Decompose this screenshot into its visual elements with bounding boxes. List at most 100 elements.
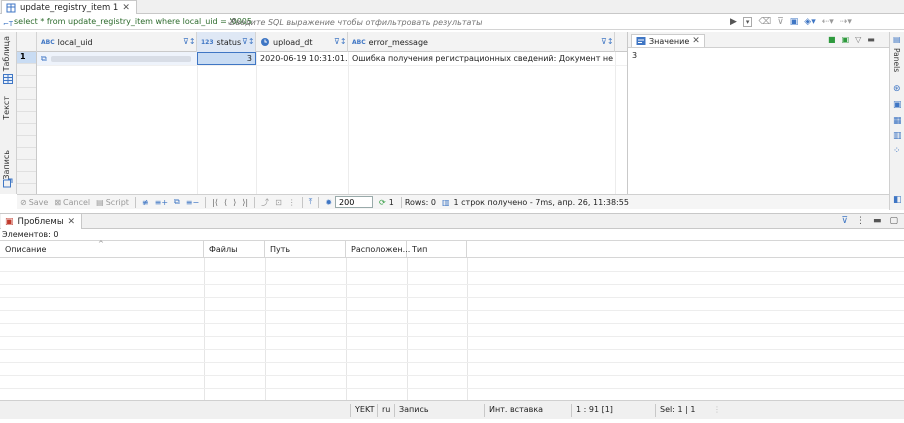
save-to-file-icon[interactable]: ▣ <box>842 35 850 44</box>
first-page-icon[interactable]: |⟨ <box>209 198 221 207</box>
script-label: Script <box>105 197 129 207</box>
edit-row-icon[interactable]: ≢ <box>139 198 152 207</box>
sort-filter-icon[interactable]: ⊽↕ <box>601 37 614 47</box>
sort-filter-icon[interactable]: ⊽↕ <box>183 37 196 47</box>
sort-filter-icon[interactable]: ⊽↕ <box>242 37 255 47</box>
close-icon[interactable]: ✕ <box>692 36 700 46</box>
tab-record[interactable]: Запись <box>2 150 11 180</box>
record-view-icon[interactable] <box>3 178 13 188</box>
tab-table[interactable]: Таблица <box>2 36 11 71</box>
row-number <box>17 160 36 172</box>
problems-tab-label: Проблемы <box>17 216 64 227</box>
fetch-next-icon[interactable]: ⤴ <box>258 197 272 208</box>
close-icon[interactable]: ✕ <box>122 3 130 13</box>
save-button[interactable]: ⊘ Save <box>17 198 51 207</box>
filter-icon[interactable]: ⊽ <box>777 17 784 27</box>
view-options-icon[interactable]: ◈▾ <box>804 17 815 27</box>
image-view-icon[interactable]: ▦ <box>893 116 902 126</box>
column-header-description[interactable]: Описание ^ <box>0 240 204 258</box>
link-icon[interactable]: ⧉ <box>41 54 47 64</box>
column-header-location[interactable]: Расположен... <box>346 241 410 258</box>
editor-tab[interactable]: update_registry_item 1 ✕ <box>1 0 137 14</box>
column-header-type[interactable]: Тип <box>407 241 467 258</box>
table-icon <box>6 3 16 12</box>
clock-icon <box>261 38 269 46</box>
close-icon[interactable]: ✕ <box>68 217 76 227</box>
view-menu-icon[interactable]: ⋮ <box>856 216 865 226</box>
column-header-status[interactable]: 123 status ⊽↕ <box>197 32 256 52</box>
column-header-path[interactable]: Путь <box>265 241 346 258</box>
sql-query-text[interactable]: select * from update_registry_item where… <box>14 17 252 26</box>
settings-icon[interactable]: ✹ <box>322 198 335 207</box>
status-selection: Sel: 1 | 1 <box>660 405 696 414</box>
next-page-icon[interactable]: ⟩ <box>230 198 239 207</box>
table-cell-status[interactable]: 3 <box>197 52 256 65</box>
column-header-local_uid[interactable]: ABC local_uid ⊽↕ <box>37 32 197 52</box>
metadata-icon[interactable]: ⁘ <box>893 146 901 156</box>
delete-row-icon[interactable]: ≡− <box>183 198 202 207</box>
cancel-button[interactable]: ⊠ Cancel <box>51 198 93 207</box>
row-number <box>17 148 36 160</box>
sort-filter-icon[interactable]: ⊽↕ <box>334 37 347 47</box>
row-number <box>17 100 36 112</box>
row-number[interactable]: 1 <box>17 52 36 64</box>
filter-icon[interactable]: ⊽ <box>841 216 848 226</box>
script-icon: ▤ <box>96 197 104 207</box>
value-tab[interactable]: Значение ✕ <box>631 34 705 47</box>
refresh-page-icon[interactable]: ⋮ <box>285 198 299 207</box>
erase-filter-icon[interactable]: ⌫ <box>758 17 771 27</box>
prev-page-icon[interactable]: ⟨ <box>221 198 230 207</box>
script-button[interactable]: ▤ Script <box>93 198 132 207</box>
filter-settings-icon[interactable]: ▣ <box>790 17 799 27</box>
column-label: error_message <box>368 37 428 47</box>
row-number-column: 1 <box>17 52 37 194</box>
text-type-icon: ABC <box>41 38 55 46</box>
value-icon <box>636 37 646 45</box>
problems-header: Описание ^ Файлы Путь Расположен... Тип <box>0 240 904 258</box>
column-header-error_message[interactable]: ABC error_message ⊽↕ <box>348 32 615 52</box>
tab-problems[interactable]: ▣ Проблемы ✕ <box>1 214 83 229</box>
value-view-icon[interactable]: ▣ <box>893 100 902 110</box>
minimize-icon[interactable]: ▬ <box>867 35 875 44</box>
refresh-count: 1 <box>388 197 394 207</box>
panel-menu-icon[interactable]: ▽ <box>855 35 861 44</box>
grid-header: ABC local_uid ⊽↕ 123 status ⊽↕ upload_dt… <box>17 32 627 52</box>
row-number <box>17 76 36 88</box>
fetch-all-icon[interactable]: ⊡ <box>272 198 285 207</box>
back-icon[interactable]: ⇠▾ <box>822 17 834 27</box>
results-toolbar: ⊘ Save ⊠ Cancel ▤ Script ≢ ≡+ ⧉ ≡− |⟨ ⟨ ⟩ ⟩… <box>17 194 889 209</box>
compass-icon[interactable]: ⊛ <box>893 84 901 94</box>
table-cell-error_message[interactable]: Ошибка получения регистрационных сведени… <box>348 52 615 65</box>
copy-row-icon[interactable]: ⧉ <box>171 197 183 207</box>
history-dropdown-icon[interactable]: ▾ <box>742 17 753 27</box>
forward-icon[interactable]: ⇢▾ <box>840 17 852 27</box>
last-page-icon[interactable]: ⟩| <box>239 198 251 207</box>
add-row-icon[interactable]: ≡+ <box>152 198 171 207</box>
tab-panels[interactable]: Panels <box>892 48 901 72</box>
filter-input[interactable] <box>230 16 725 29</box>
table-cell-upload_dt[interactable]: 2020-06-19 10:31:01.000 <box>256 52 348 65</box>
minimize-icon[interactable]: ▬ <box>873 216 882 226</box>
row-number <box>17 88 36 100</box>
tab-text[interactable]: Текст <box>2 96 11 120</box>
value-content[interactable]: 3 <box>632 51 637 60</box>
grid-view-icon[interactable] <box>3 74 13 84</box>
refresh-icon[interactable]: ⟳ <box>376 198 389 207</box>
table-cell-local_uid[interactable]: ⧉ <box>37 52 197 65</box>
column-header-upload_dt[interactable]: upload_dt ⊽↕ <box>256 32 348 52</box>
status-cursor-position: 1 : 91 [1] <box>576 405 613 414</box>
maximize-icon[interactable]: ▢ <box>889 216 898 226</box>
apply-filter-icon[interactable]: ▶ <box>730 17 737 27</box>
editor-tab-title: update_registry_item 1 <box>20 2 119 13</box>
panels-icon[interactable]: ▤ <box>893 35 901 44</box>
panel-toggle-icon[interactable]: ◧ <box>893 195 902 205</box>
fetch-size-input[interactable] <box>335 196 374 208</box>
column-header-files[interactable]: Файлы <box>204 241 265 258</box>
status-mode: Запись <box>399 405 429 414</box>
export-icon[interactable]: ⤒ <box>306 197 316 207</box>
save-value-icon[interactable]: ■ <box>828 35 836 44</box>
row-number <box>17 172 36 184</box>
text-type-icon: ABC <box>352 38 366 46</box>
grouping-icon[interactable]: ▥ <box>893 131 902 141</box>
number-type-icon: 123 <box>201 38 214 46</box>
